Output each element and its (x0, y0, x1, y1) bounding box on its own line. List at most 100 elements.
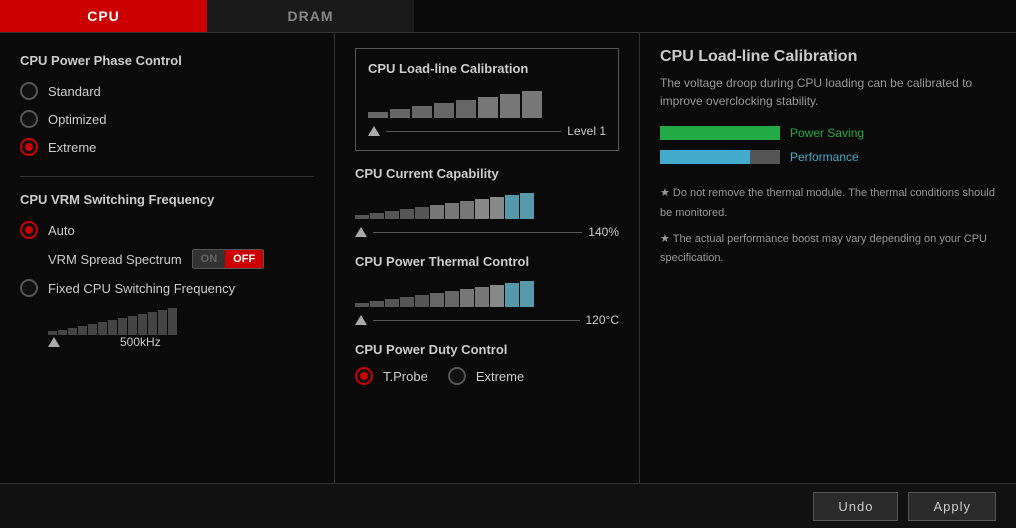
vrm-spread-label: VRM Spread Spectrum (48, 252, 182, 267)
vrm-title: CPU VRM Switching Frequency (20, 192, 314, 207)
bar-performance-bg (750, 150, 780, 164)
ll-block-6 (478, 97, 498, 118)
toggle-on-label[interactable]: ON (193, 250, 226, 268)
fixed-freq-label: Fixed CPU Switching Frequency (48, 281, 235, 296)
fixed-freq-radio[interactable] (20, 279, 38, 297)
duty-title: CPU Power Duty Control (355, 342, 619, 357)
current-cap-title: CPU Current Capability (355, 166, 619, 181)
bar-powersaving-container (660, 126, 780, 140)
phase-optimized[interactable]: Optimized (20, 110, 314, 128)
freq-bar-11 (148, 312, 157, 335)
freq-bar-2 (58, 330, 67, 335)
freq-bar-12 (158, 310, 167, 335)
thermal-line (373, 320, 580, 321)
bar-row-performance: Performance (660, 150, 996, 164)
duty-section: CPU Power Duty Control T.Probe Extreme (355, 342, 619, 385)
thermal-arrow[interactable] (355, 315, 367, 325)
thermal-value: 120°C (586, 313, 620, 327)
ll-block-4 (434, 103, 454, 118)
phase-optimized-radio[interactable] (20, 110, 38, 128)
phase-standard-label: Standard (48, 84, 101, 99)
thermal-title: CPU Power Thermal Control (355, 254, 619, 269)
fixed-freq-row[interactable]: Fixed CPU Switching Frequency (20, 279, 314, 297)
loadline-arrow[interactable] (368, 126, 380, 136)
loadline-slider (368, 88, 606, 118)
ll-block-5 (456, 100, 476, 118)
freq-slider-row: 500kHz (48, 335, 314, 349)
freq-bar-9 (128, 316, 137, 335)
loadline-title: CPU Load-line Calibration (368, 61, 606, 76)
bar-powersaving-label: Power Saving (790, 126, 864, 140)
bar-comparison: Power Saving Performance (660, 126, 996, 164)
freq-bar-8 (118, 318, 127, 335)
vrm-spread-toggle[interactable]: ON OFF (192, 249, 265, 269)
undo-button[interactable]: Undo (813, 492, 898, 521)
bar-performance-fill (660, 150, 750, 164)
main-content: CPU Power Phase Control Standard Optimiz… (0, 33, 1016, 483)
toggle-off-label[interactable]: OFF (225, 250, 263, 268)
duty-extreme-radio[interactable] (448, 367, 466, 385)
tab-cpu[interactable]: CPU (0, 0, 207, 32)
ll-block-3 (412, 106, 432, 118)
duty-tprobe[interactable]: T.Probe (355, 367, 428, 385)
right-description: The voltage droop during CPU loading can… (660, 74, 996, 110)
vrm-auto-radio[interactable] (20, 221, 38, 239)
phase-standard-radio[interactable] (20, 82, 38, 100)
loadline-level: Level 1 (567, 124, 606, 138)
duty-extreme-label: Extreme (476, 369, 524, 384)
vrm-spread-row: VRM Spread Spectrum ON OFF (48, 249, 314, 269)
right-title: CPU Load-line Calibration (660, 48, 996, 66)
freq-bar-3 (68, 328, 77, 335)
footer: Undo Apply (0, 483, 1016, 528)
bar-performance-container (660, 150, 780, 164)
phase-standard[interactable]: Standard (20, 82, 314, 100)
duty-tprobe-radio[interactable] (355, 367, 373, 385)
phase-extreme-label: Extreme (48, 140, 96, 155)
ll-block-8 (522, 91, 542, 118)
ll-block-1 (368, 112, 388, 118)
duty-tprobe-label: T.Probe (383, 369, 428, 384)
right-panel: CPU Load-line Calibration The voltage dr… (640, 33, 1016, 483)
loadline-box: CPU Load-line Calibration Level 1 (355, 48, 619, 151)
apply-button[interactable]: Apply (908, 492, 996, 521)
freq-slider-arrow[interactable] (48, 337, 60, 347)
current-cap-arrow[interactable] (355, 227, 367, 237)
current-cap-slider (355, 191, 619, 219)
left-divider (20, 176, 314, 177)
thermal-indicator: 120°C (355, 313, 619, 327)
bar-powersaving-fill (660, 126, 780, 140)
loadline-indicator-row: Level 1 (368, 124, 606, 138)
bar-performance-label: Performance (790, 150, 859, 164)
freq-slider-bars (48, 307, 314, 335)
current-cap-indicator: 140% (355, 225, 619, 239)
current-cap-line (373, 232, 582, 233)
freq-value: 500kHz (120, 335, 161, 349)
thermal-section: CPU Power Thermal Control 120°C (355, 254, 619, 327)
freq-bar-10 (138, 314, 147, 335)
tab-bar: CPU DRAM (0, 0, 1016, 33)
ll-block-2 (390, 109, 410, 118)
note-1: ★ Do not remove the thermal module. The … (660, 184, 996, 224)
vrm-auto-row: Auto (20, 221, 314, 239)
duty-radio-row: T.Probe Extreme (355, 367, 619, 385)
thermal-slider (355, 279, 619, 307)
freq-bar-4 (78, 326, 87, 335)
freq-bar-1 (48, 331, 57, 335)
ll-block-7 (500, 94, 520, 118)
current-cap-section: CPU Current Capability 140% (355, 166, 619, 239)
tab-dram[interactable]: DRAM (207, 0, 414, 32)
bar-row-powersaving: Power Saving (660, 126, 996, 140)
note-2: ★ The actual performance boost may vary … (660, 230, 996, 270)
phase-extreme[interactable]: Extreme (20, 138, 314, 156)
current-cap-value: 140% (588, 225, 619, 239)
duty-extreme[interactable]: Extreme (448, 367, 524, 385)
notes-section: ★ Do not remove the thermal module. The … (660, 184, 996, 269)
vrm-auto-label: Auto (48, 223, 75, 238)
phase-extreme-radio[interactable] (20, 138, 38, 156)
left-panel: CPU Power Phase Control Standard Optimiz… (0, 33, 335, 483)
freq-bar-6 (98, 322, 107, 335)
phase-control-title: CPU Power Phase Control (20, 53, 314, 68)
freq-bar-7 (108, 320, 117, 335)
middle-panel: CPU Load-line Calibration Level 1 CPU Cu… (335, 33, 640, 483)
freq-bar-5 (88, 324, 97, 335)
